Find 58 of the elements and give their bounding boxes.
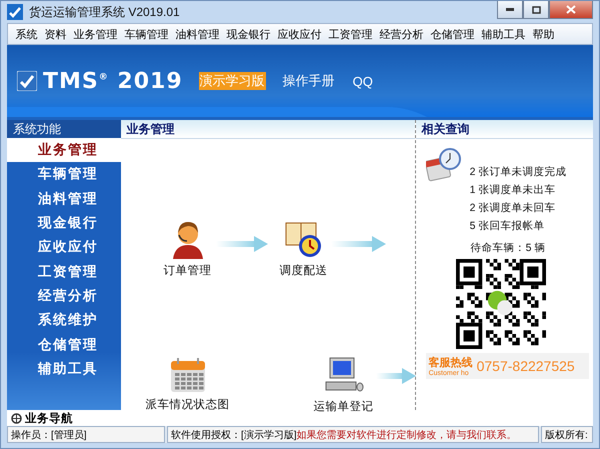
menu-item[interactable]: 经营分析 <box>376 26 427 42</box>
menu-item[interactable]: 资料 <box>41 26 70 42</box>
notice-text: 2 张订单未调度完成 <box>470 165 566 179</box>
calendar-clock-icon <box>426 147 462 183</box>
flow-arrow <box>376 368 416 384</box>
logo-text: TMS$^{®}$ 2019 <box>43 68 183 94</box>
notice-text: 2 张调度单未回车 <box>470 201 556 215</box>
close-icon <box>566 5 576 14</box>
status-copyright: 版权所有: <box>541 426 593 443</box>
notice-text: 5 张回车报帐单 <box>470 219 546 233</box>
notice-text: 1 张调度单未出车 <box>470 183 556 197</box>
menu-item[interactable]: 工资管理 <box>325 26 376 42</box>
sidebar-item[interactable]: 业务管理 <box>7 138 121 162</box>
menu-item[interactable]: 系统 <box>12 26 41 42</box>
app-icon <box>7 4 23 20</box>
panel-header: 业务管理 <box>120 120 415 139</box>
flow-arrow <box>330 236 386 252</box>
status-message: 软件使用授权：[演示学习版]如果您需要对软件进行定制修改，请与我们联系。 <box>167 426 539 443</box>
hotline-phone: 0757-82227525 <box>476 358 575 374</box>
operator-icon <box>170 219 205 259</box>
sidebar-title: 系统功能 <box>7 120 121 138</box>
maximize-button[interactable] <box>523 1 549 19</box>
sidebar-item[interactable]: 辅助工具 <box>7 356 121 381</box>
sidebar-item[interactable]: 应收应付 <box>7 235 121 260</box>
panel-header: 相关查询 <box>416 120 593 139</box>
menu-item[interactable]: 辅助工具 <box>478 26 529 42</box>
banner-link[interactable]: QQ <box>352 74 374 88</box>
menu-item[interactable]: 帮助 <box>529 26 558 42</box>
logo-icon <box>17 71 37 91</box>
flow-node[interactable]: 订单管理 <box>164 219 212 278</box>
sidebar-item[interactable]: 现金银行 <box>7 210 121 236</box>
sidebar-item[interactable]: 经营分析 <box>7 284 121 308</box>
flow-node[interactable]: 调度配送 <box>280 219 328 278</box>
menu-item[interactable]: 车辆管理 <box>121 26 172 42</box>
menu-item[interactable]: 现金银行 <box>223 26 274 42</box>
sidebar-item[interactable]: 工资管理 <box>7 259 121 284</box>
sidebar-item[interactable]: 车辆管理 <box>7 162 121 187</box>
sidebar-item[interactable]: 系统维护 <box>7 308 121 332</box>
calendar-icon <box>170 357 206 393</box>
minimize-icon <box>506 8 514 11</box>
sidebar-item[interactable]: 油料管理 <box>7 186 121 211</box>
sidebar-item[interactable]: 仓储管理 <box>7 332 121 357</box>
maximize-icon <box>532 6 540 14</box>
qr-code-icon <box>456 259 546 349</box>
compass-icon <box>11 412 22 424</box>
menu-item[interactable]: 应收应付 <box>274 26 325 42</box>
menu-item[interactable]: 仓储管理 <box>427 26 478 42</box>
menu-item[interactable]: 油料管理 <box>172 26 223 42</box>
flow-arrow <box>216 236 268 252</box>
minimize-button[interactable] <box>497 1 523 19</box>
idle-vehicles-text: 待命车辆：5 辆 <box>470 241 546 255</box>
status-operator: 操作员：[管理员] <box>7 426 165 443</box>
window-title: 货运运输管理系统 V2019.01 <box>29 4 181 20</box>
status-notice: 如果您需要对软件进行定制修改，请与我们联系。 <box>296 428 517 442</box>
banner-link[interactable]: 操作手册 <box>282 72 336 90</box>
hotline-label: 客服热线 <box>428 356 473 370</box>
menu-item[interactable]: 业务管理 <box>70 26 121 42</box>
close-button[interactable] <box>549 1 593 19</box>
